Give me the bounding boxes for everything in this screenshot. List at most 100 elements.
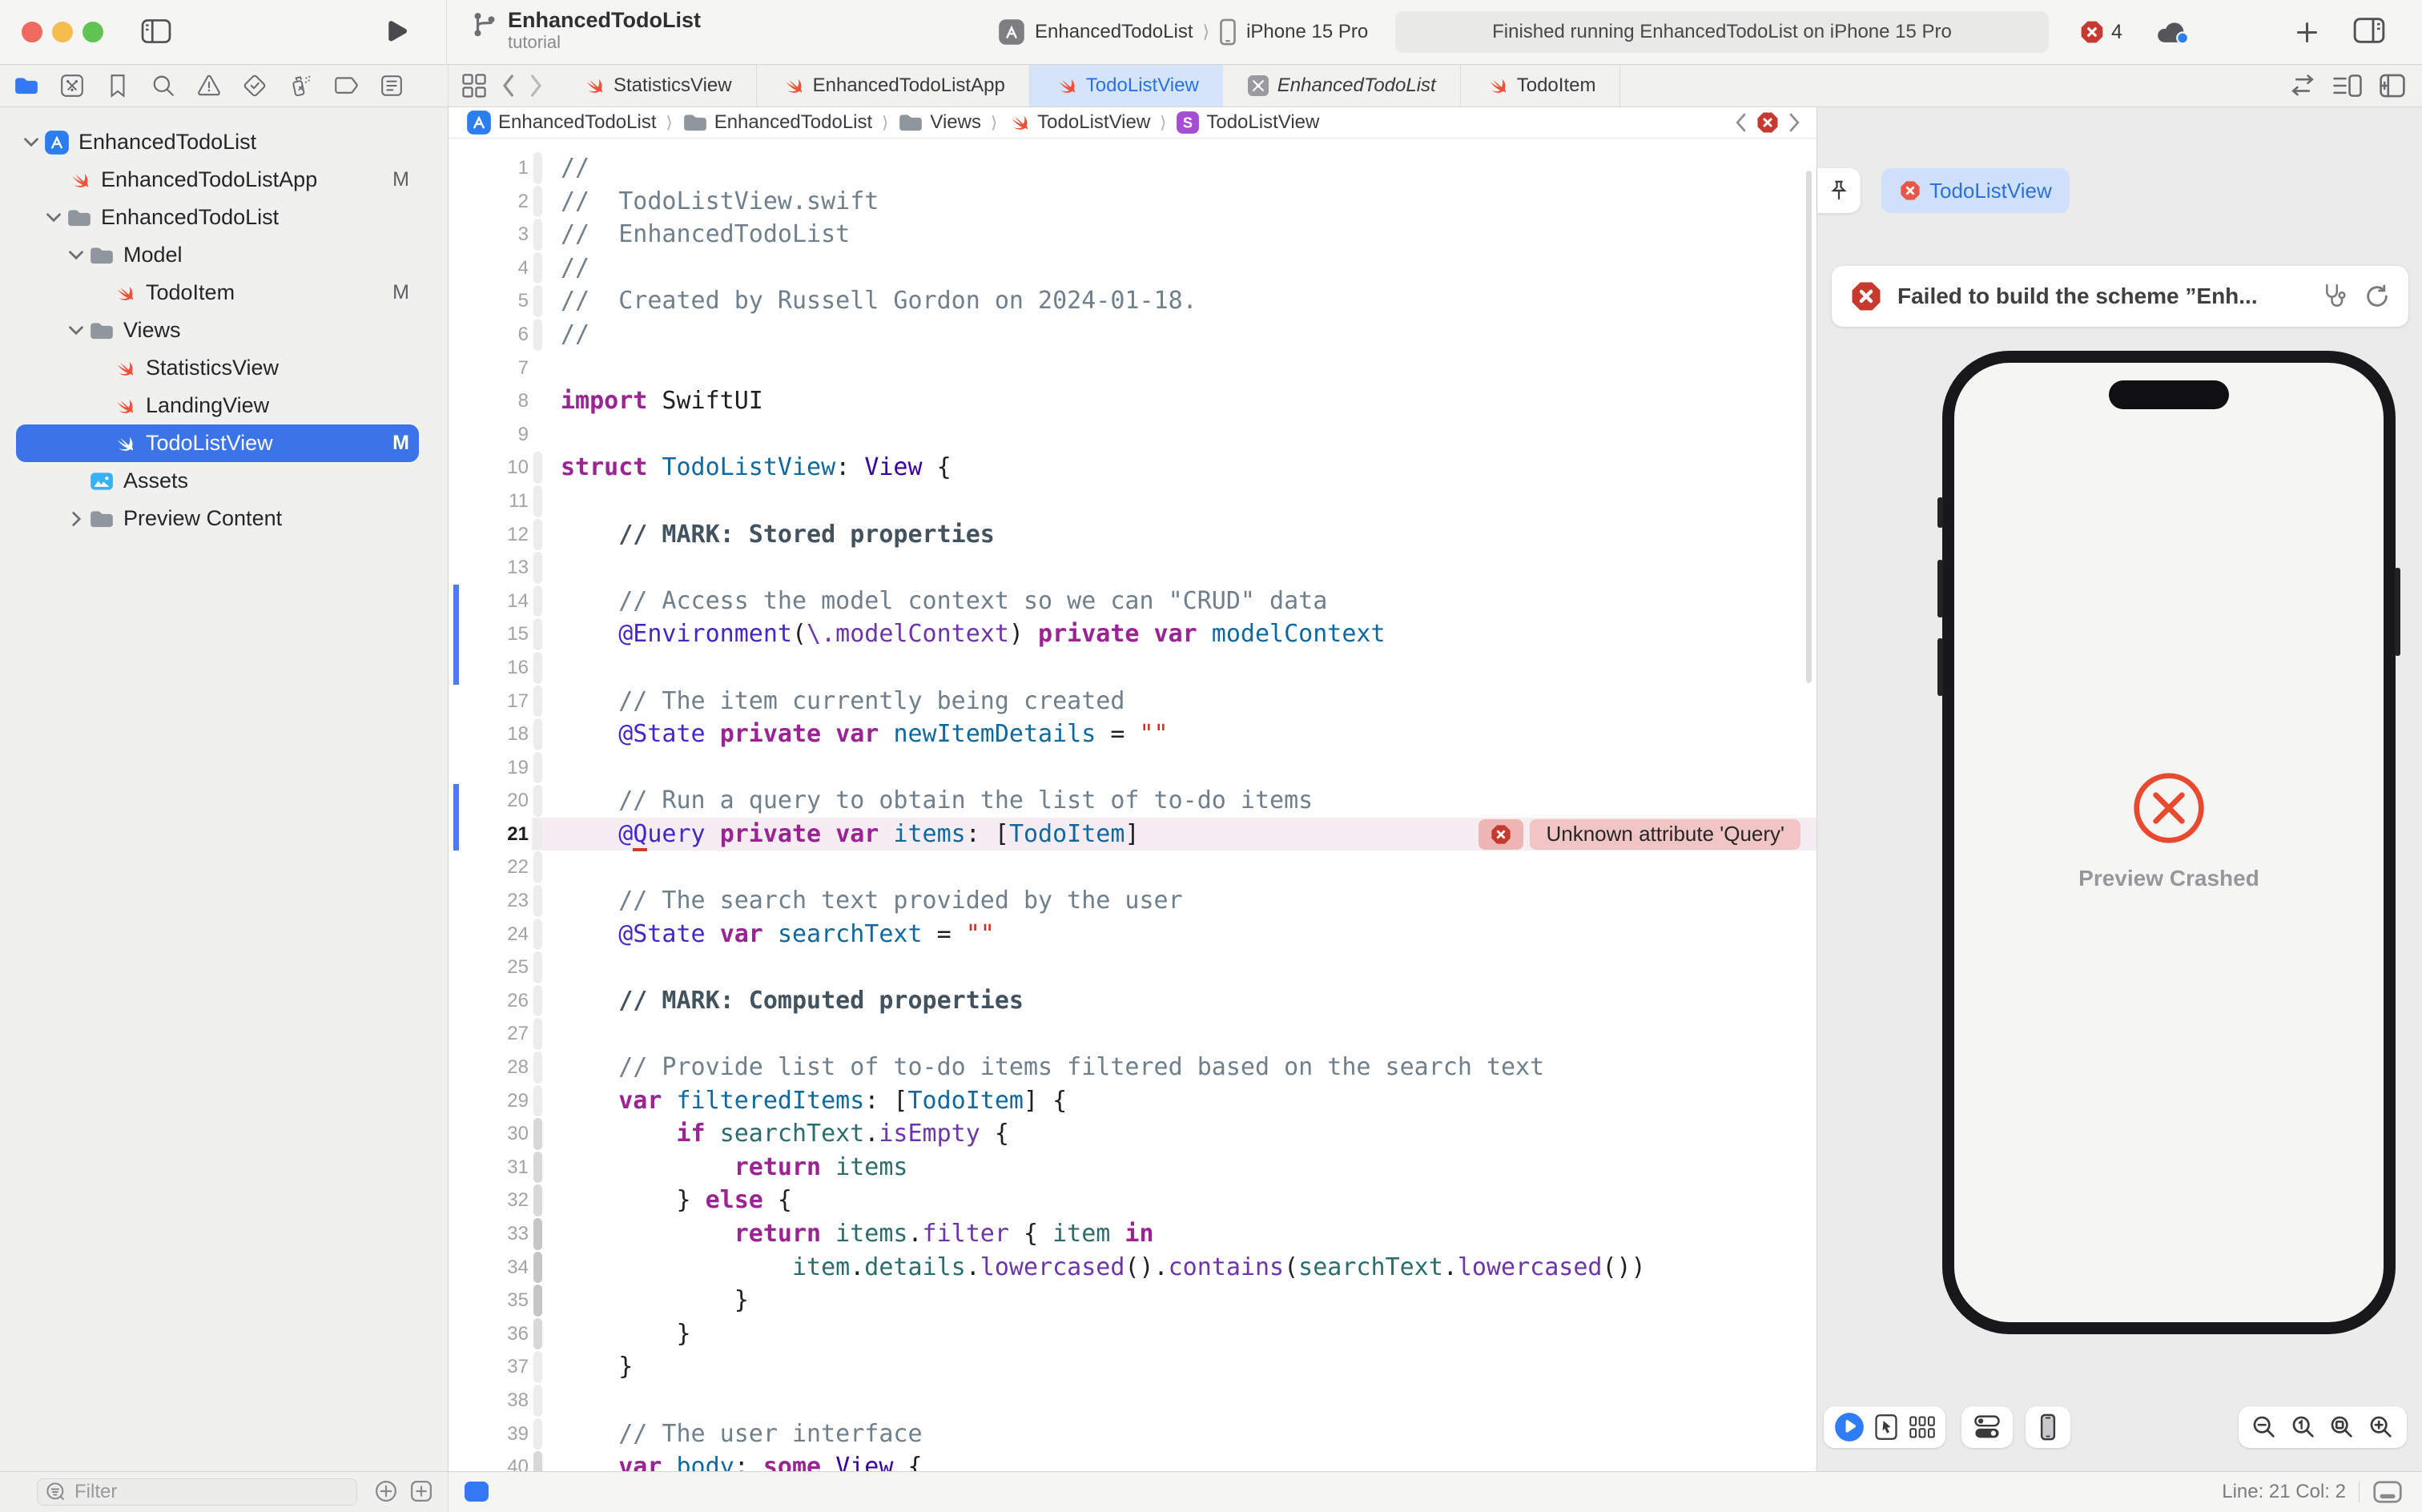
- fold-ribbon[interactable]: [533, 984, 542, 1017]
- fold-ribbon[interactable]: [533, 251, 542, 284]
- fold-ribbon[interactable]: [533, 1384, 542, 1417]
- zoom-fit-icon[interactable]: [2328, 1413, 2356, 1441]
- refresh-preview-icon[interactable]: [2364, 283, 2391, 310]
- tab-enhancedtodolist[interactable]: EnhancedTodoList: [1223, 65, 1461, 107]
- debug-navigator-icon[interactable]: [287, 72, 314, 99]
- fold-ribbon[interactable]: [533, 318, 542, 351]
- sidebar-item-todoitem[interactable]: TodoItem M: [16, 274, 419, 312]
- fold-ribbon[interactable]: [533, 1184, 542, 1216]
- filter-source-control-icon[interactable]: [409, 1479, 433, 1503]
- disclosure-right-icon[interactable]: [64, 511, 88, 527]
- code-line-27[interactable]: 27: [449, 1017, 1816, 1051]
- tab-enhancedtodolistapp[interactable]: EnhancedTodoListApp: [757, 65, 1030, 107]
- reports-navigator-icon[interactable]: [378, 72, 405, 99]
- sidebar-item-landingview[interactable]: LandingView: [16, 387, 419, 424]
- code-line-32[interactable]: 32 } else {: [449, 1184, 1816, 1217]
- code-line-13[interactable]: 13: [449, 551, 1816, 585]
- code-line-40[interactable]: 40 var body: some View {: [449, 1450, 1816, 1472]
- selectable-mode-icon[interactable]: [1874, 1413, 1898, 1441]
- issues-navigator-icon[interactable]: [195, 72, 223, 99]
- code-line-21[interactable]: 21 @Query private var items: [TodoItem] U…: [449, 817, 1816, 851]
- code-line-14[interactable]: 14 // Access the model context so we can…: [449, 584, 1816, 618]
- fold-ribbon[interactable]: [533, 1151, 542, 1184]
- fold-ribbon[interactable]: [533, 751, 542, 784]
- code-line-12[interactable]: 12 // MARK: Stored properties: [449, 518, 1816, 552]
- next-issue-icon[interactable]: [1788, 111, 1802, 135]
- code-line-39[interactable]: 39 // The user interface: [449, 1418, 1816, 1451]
- code-line-19[interactable]: 19: [449, 751, 1816, 785]
- code-line-2[interactable]: 2 // TodoListView.swift: [449, 185, 1816, 219]
- fold-ribbon[interactable]: [533, 1285, 542, 1317]
- sidebar-item-statisticsview[interactable]: StatisticsView: [16, 349, 419, 387]
- fold-ribbon[interactable]: [533, 152, 542, 184]
- code-line-4[interactable]: 4 //: [449, 251, 1816, 285]
- fold-ribbon[interactable]: [533, 1418, 542, 1450]
- code-line-37[interactable]: 37 }: [449, 1350, 1816, 1384]
- fold-ribbon[interactable]: [533, 1218, 542, 1250]
- preview-on-device-button[interactable]: [2026, 1406, 2070, 1448]
- tab-todoitem[interactable]: TodoItem: [1461, 65, 1621, 107]
- code-line-7[interactable]: 7: [449, 352, 1816, 385]
- code-line-5[interactable]: 5 // Created by Russell Gordon on 2024-01…: [449, 284, 1816, 318]
- sidebar-item-assets[interactable]: Assets: [16, 462, 419, 500]
- pin-preview-button[interactable]: [1817, 168, 1861, 213]
- toggle-left-sidebar-icon[interactable]: [141, 18, 171, 45]
- filter-input[interactable]: [73, 1480, 316, 1504]
- code-line-3[interactable]: 3 // EnhancedTodoList: [449, 218, 1816, 251]
- code-line-6[interactable]: 6 //: [449, 318, 1816, 352]
- code-line-9[interactable]: 9: [449, 418, 1816, 452]
- breadcrumb-item-todolistview[interactable]: S TodoListView: [1176, 111, 1319, 135]
- breadcrumb-item-enhancedtodolist[interactable]: EnhancedTodoList: [466, 110, 656, 135]
- minimize-window-button[interactable]: [52, 22, 73, 42]
- find-navigator-icon[interactable]: [150, 72, 177, 99]
- code-line-8[interactable]: 8 import SwiftUI: [449, 384, 1816, 418]
- device-settings-button[interactable]: [1961, 1406, 2013, 1448]
- error-count-badge[interactable]: 4: [2079, 19, 2122, 45]
- add-tab-button[interactable]: [2294, 19, 2320, 46]
- disclosure-down-icon[interactable]: [64, 325, 88, 336]
- fold-ribbon[interactable]: [533, 1118, 542, 1150]
- fold-ribbon[interactable]: [533, 452, 542, 484]
- breadcrumb-item-todolistview[interactable]: TodoListView: [1007, 111, 1150, 134]
- run-button[interactable]: [380, 18, 408, 46]
- fold-ribbon[interactable]: [533, 951, 542, 983]
- code-line-22[interactable]: 22: [449, 850, 1816, 884]
- code-line-38[interactable]: 38: [449, 1384, 1816, 1418]
- sidebar-item-enhancedtodolist[interactable]: EnhancedTodoList: [16, 199, 419, 236]
- code-line-17[interactable]: 17 // The item currently being created: [449, 685, 1816, 718]
- code-line-24[interactable]: 24 @State var searchText = "": [449, 918, 1816, 951]
- code-line-31[interactable]: 31 return items: [449, 1151, 1816, 1184]
- add-editor-icon[interactable]: [2379, 73, 2406, 99]
- code-line-33[interactable]: 33 return items.filter { item in: [449, 1217, 1816, 1251]
- fold-ribbon[interactable]: [533, 552, 542, 584]
- close-window-button[interactable]: [22, 22, 42, 42]
- sidebar-item-todolistview[interactable]: TodoListView M: [16, 424, 419, 462]
- source-editor[interactable]: 1 // 2 // TodoListView.swift 3 // EnhancedTod…: [449, 139, 1816, 1472]
- sidebar-item-enhancedtodolistapp[interactable]: EnhancedTodoListApp M: [16, 161, 419, 199]
- fold-ribbon[interactable]: [533, 1451, 542, 1472]
- fold-ribbon[interactable]: [533, 1351, 542, 1383]
- inline-error-annotation[interactable]: Unknown attribute 'Query': [1479, 818, 1800, 850]
- sidebar-item-views[interactable]: Views: [16, 312, 419, 349]
- disclosure-down-icon[interactable]: [19, 137, 43, 147]
- code-line-26[interactable]: 26 // MARK: Computed properties: [449, 984, 1816, 1018]
- fold-ribbon[interactable]: [533, 818, 542, 850]
- code-line-11[interactable]: 11: [449, 485, 1816, 518]
- fold-ribbon[interactable]: [533, 485, 542, 517]
- fold-ribbon[interactable]: [533, 1251, 542, 1284]
- sidebar-item-preview-content[interactable]: Preview Content: [16, 500, 419, 537]
- code-line-36[interactable]: 36 }: [449, 1317, 1816, 1351]
- related-items-icon[interactable]: [461, 73, 487, 99]
- fold-ribbon[interactable]: [533, 285, 542, 317]
- build-error-banner[interactable]: Failed to build the scheme ”Enh...: [1832, 266, 2408, 327]
- code-line-30[interactable]: 30 if searchText.isEmpty {: [449, 1117, 1816, 1151]
- editor-options-icon[interactable]: [2332, 73, 2363, 99]
- previous-issue-icon[interactable]: [1733, 111, 1748, 135]
- fold-ribbon[interactable]: [533, 651, 542, 684]
- zoom-100-icon[interactable]: [2290, 1413, 2317, 1441]
- zoom-window-button[interactable]: [82, 22, 103, 42]
- tests-navigator-icon[interactable]: [241, 72, 268, 99]
- breadcrumb-item-enhancedtodolist[interactable]: EnhancedTodoList: [682, 111, 872, 134]
- fold-ribbon[interactable]: [533, 1317, 542, 1350]
- code-line-23[interactable]: 23 // The search text provided by the us…: [449, 884, 1816, 918]
